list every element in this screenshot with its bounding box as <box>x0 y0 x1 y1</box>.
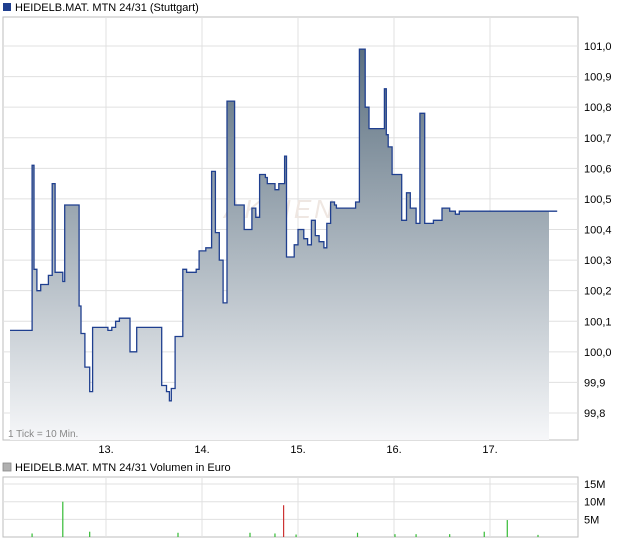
price-y-tick-label: 100,0 <box>584 347 612 359</box>
price-y-tick-label: 100,2 <box>584 286 612 298</box>
chart-title-price: HEIDELB.MAT. MTN 24/31 (Stuttgart) <box>15 2 199 14</box>
price-y-tick-label: 100,3 <box>584 255 612 267</box>
price-y-tick-label: 100,7 <box>584 133 612 145</box>
volume-y-tick-label: 15M <box>584 479 605 491</box>
chart-canvas: HEIDELB.MAT. MTN 24/31 (Stuttgart) AKTIE… <box>2 2 612 538</box>
price-y-tick-label: 100,5 <box>584 194 612 206</box>
price-y-tick-label: 100,8 <box>584 102 612 114</box>
price-y-tick-label: 100,1 <box>584 316 612 328</box>
price-x-tick-label: 17. <box>482 444 497 456</box>
price-y-tick-label: 101,0 <box>584 41 612 53</box>
price-y-tick-label: 99,8 <box>584 408 605 420</box>
chart-title-volume: HEIDELB.MAT. MTN 24/31 Volumen in Euro <box>15 462 231 474</box>
volume-y-axis: 5M 10M 15M <box>584 479 605 526</box>
price-y-tick-label: 100,4 <box>584 225 612 237</box>
legend-swatch-price <box>3 3 11 11</box>
price-x-tick-label: 14. <box>194 444 209 456</box>
price-x-axis: 13. 14. 15. 16. 17. <box>98 444 497 456</box>
volume-y-tick-label: 10M <box>584 497 605 509</box>
price-y-tick-label: 100,6 <box>584 163 612 175</box>
price-x-tick-label: 13. <box>98 444 113 456</box>
price-x-tick-label: 16. <box>386 444 401 456</box>
tick-note: 1 Tick = 10 Min. <box>8 429 78 440</box>
legend-swatch-volume <box>2 462 12 472</box>
volume-plot-frame <box>2 476 579 538</box>
price-y-axis: 99,8 99,9 100,0 100,1 100,2 100,3 100,4 100,5 10… <box>584 41 612 420</box>
price-x-tick-label: 15. <box>290 444 305 456</box>
volume-y-tick-label: 5M <box>584 514 599 526</box>
price-y-tick-label: 99,9 <box>584 377 605 389</box>
price-y-tick-label: 100,9 <box>584 72 612 84</box>
